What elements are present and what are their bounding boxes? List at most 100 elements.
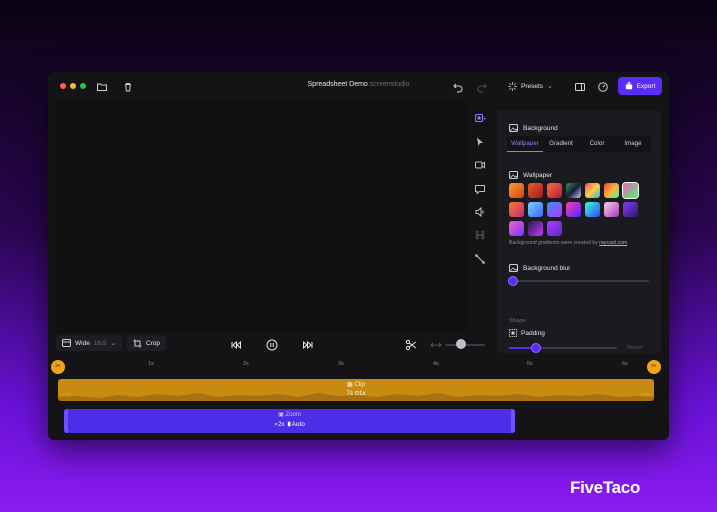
ruler-tick-label: 6s bbox=[622, 361, 628, 367]
wallpaper-swatch[interactable] bbox=[547, 202, 562, 217]
wallpaper-swatch[interactable] bbox=[509, 183, 524, 198]
presets-button[interactable]: Presets ⌄ bbox=[502, 78, 559, 94]
shortcut-tool-icon[interactable] bbox=[474, 228, 486, 240]
brand-logo: FiveTaco bbox=[570, 478, 641, 497]
zoom-title: ▣ Zoom bbox=[64, 411, 515, 418]
timeline-zoom-knob[interactable] bbox=[456, 339, 466, 349]
padding-knob[interactable] bbox=[531, 343, 541, 353]
project-extension: .screenstudio bbox=[367, 81, 410, 88]
audio-tool-icon[interactable] bbox=[474, 205, 486, 218]
wallpaper-swatch[interactable] bbox=[528, 202, 543, 217]
aspect-ratio-value: 16:9 bbox=[93, 339, 107, 347]
blur-image-icon bbox=[509, 264, 518, 272]
path-tool-icon[interactable] bbox=[474, 252, 486, 264]
chevron-down-icon: ⌄ bbox=[110, 340, 116, 347]
export-button[interactable]: Export bbox=[618, 77, 662, 95]
presets-label: Presets bbox=[521, 82, 544, 90]
raycast-link[interactable]: raycast.com bbox=[599, 240, 627, 246]
sidebar-toggle-icon[interactable] bbox=[574, 80, 586, 92]
zoom-factor: 2x bbox=[277, 421, 285, 428]
scissors-icon[interactable] bbox=[405, 338, 417, 351]
image-icon bbox=[509, 124, 518, 132]
zoom-box-icon: ▣ bbox=[278, 412, 284, 418]
zoom-mode: Auto bbox=[291, 421, 305, 428]
scissors-icon: ✂ bbox=[651, 363, 657, 370]
clip-label: Clip bbox=[354, 382, 365, 388]
clip-duration: 7s bbox=[346, 391, 353, 397]
settings-panel: Background Wallpaper Gradient Color Imag… bbox=[497, 110, 661, 353]
wallpaper-swatch[interactable] bbox=[547, 183, 562, 198]
background-tool-icon[interactable] bbox=[474, 112, 486, 124]
reset-padding-button[interactable]: Reset bbox=[627, 345, 642, 351]
attribution-text: Background gradients were created by bbox=[509, 240, 598, 246]
sparkle-icon bbox=[508, 81, 517, 91]
scissors-icon: ✂ bbox=[55, 363, 61, 370]
ruler-tick-label: 1s bbox=[148, 361, 154, 367]
export-icon bbox=[625, 82, 632, 90]
wallpaper-icon bbox=[509, 171, 518, 179]
trim-start-handle[interactable]: ✂ bbox=[51, 360, 65, 374]
preview-canvas[interactable] bbox=[56, 102, 466, 332]
clip-info: 7s ⏲1x bbox=[58, 391, 654, 398]
ruler-tick-label: 5s bbox=[527, 361, 533, 367]
clip-title: ▦ Clip bbox=[58, 381, 654, 388]
wallpaper-label: Wallpaper bbox=[523, 172, 553, 179]
aspect-ratio-dropdown[interactable]: Wide 16:9 ⌄ bbox=[56, 335, 122, 351]
camera-tool-icon[interactable] bbox=[474, 158, 486, 170]
wallpaper-swatch[interactable] bbox=[566, 202, 581, 217]
crop-button[interactable]: Crop bbox=[127, 335, 166, 351]
background-section-label: Background bbox=[523, 125, 558, 132]
tab-color[interactable]: Color bbox=[579, 136, 615, 152]
wallpaper-swatch[interactable] bbox=[547, 221, 562, 236]
tab-image[interactable]: Image bbox=[615, 136, 651, 152]
editor-window: Spreadsheet Demo.screenstudio Presets ⌄ … bbox=[48, 72, 669, 440]
padding-icon bbox=[509, 329, 517, 337]
tab-wallpaper[interactable]: Wallpaper bbox=[507, 136, 543, 152]
skip-forward-icon[interactable] bbox=[302, 338, 314, 350]
cursor-tool-icon[interactable] bbox=[474, 135, 486, 147]
background-type-tabs: Wallpaper Gradient Color Image bbox=[507, 136, 651, 152]
chevron-down-icon: ⌄ bbox=[547, 83, 553, 90]
crop-label: Crop bbox=[145, 339, 160, 347]
clip-speed: 1x bbox=[359, 391, 366, 397]
wallpaper-swatch[interactable] bbox=[509, 202, 524, 217]
wallpaper-swatch-selected[interactable] bbox=[622, 182, 639, 199]
title-bar: Spreadsheet Demo.screenstudio Presets ⌄ … bbox=[48, 72, 669, 100]
skip-back-icon[interactable] bbox=[230, 338, 242, 350]
comment-tool-icon[interactable] bbox=[474, 182, 486, 195]
redo-icon[interactable] bbox=[476, 80, 488, 93]
wallpaper-swatch[interactable] bbox=[604, 183, 619, 198]
wallpaper-swatch[interactable] bbox=[566, 183, 581, 198]
padding-label: Padding bbox=[521, 330, 545, 337]
background-blur-slider[interactable] bbox=[511, 280, 649, 282]
zoom-label: Zoom bbox=[285, 412, 301, 418]
zoom-track[interactable]: ▣ Zoom ⌕2x ▮Auto bbox=[64, 409, 515, 433]
wallpaper-swatch[interactable] bbox=[509, 221, 524, 236]
tab-gradient[interactable]: Gradient bbox=[543, 136, 579, 152]
background-blur-label: Background blur bbox=[523, 265, 571, 272]
trim-end-handle[interactable]: ✂ bbox=[647, 360, 661, 374]
wallpaper-swatch[interactable] bbox=[585, 183, 600, 198]
film-icon: ▦ bbox=[347, 382, 353, 388]
attribution-note: Background gradients were created by ray… bbox=[509, 240, 627, 246]
ruler-tick-label: 4s bbox=[433, 361, 439, 367]
background-blur-knob[interactable] bbox=[508, 276, 518, 286]
ruler-tick-label: 2s bbox=[243, 361, 249, 367]
export-label: Export bbox=[636, 82, 656, 90]
project-name: Spreadsheet Demo bbox=[307, 81, 368, 88]
wallpaper-swatch[interactable] bbox=[623, 202, 638, 217]
wallpaper-swatch[interactable] bbox=[585, 202, 600, 217]
crop-icon bbox=[133, 339, 142, 347]
ruler-tick-label: 3s bbox=[338, 361, 344, 367]
gauge-icon[interactable] bbox=[597, 80, 609, 92]
shape-section-label: Shape bbox=[509, 318, 526, 324]
clip-track[interactable]: 0:00 0:00 ▦ Clip 7s ⏲1x bbox=[58, 379, 654, 401]
fit-width-icon[interactable] bbox=[430, 338, 442, 350]
aspect-label: Wide bbox=[75, 339, 90, 347]
wallpaper-swatch[interactable] bbox=[528, 221, 543, 236]
pause-icon[interactable] bbox=[266, 338, 278, 351]
wallpaper-swatch[interactable] bbox=[604, 202, 619, 217]
zoom-info: ⌕2x ▮Auto bbox=[64, 421, 515, 429]
wallpaper-swatch[interactable] bbox=[528, 183, 543, 198]
undo-icon[interactable] bbox=[452, 80, 464, 93]
